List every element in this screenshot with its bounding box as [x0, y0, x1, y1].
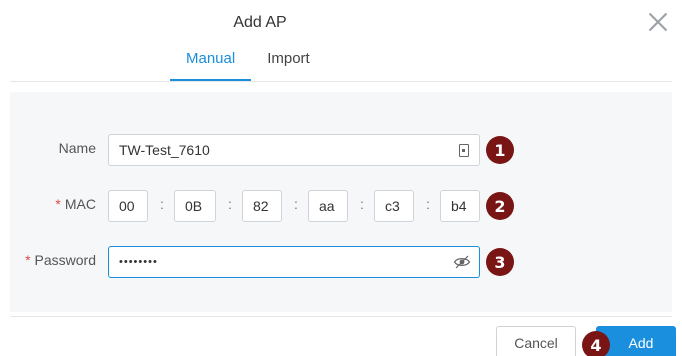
mac-octet-5-value: c3 [385, 198, 400, 214]
tab-import[interactable]: Import [251, 50, 326, 81]
name-value: TW-Test_7610 [119, 142, 210, 158]
password-value: •••••••• [119, 256, 158, 268]
cancel-button[interactable]: Cancel [496, 326, 576, 356]
password-input[interactable]: •••••••• [108, 246, 480, 278]
tab-manual[interactable]: Manual [170, 50, 252, 81]
password-label-text: Password [34, 252, 96, 268]
annotation-badge-1: 1 [486, 136, 514, 164]
mac-octet-4-value: aa [319, 198, 335, 214]
mac-label-text: MAC [64, 196, 96, 212]
mac-octet-2[interactable]: 0B [174, 190, 216, 222]
mac-octet-3[interactable]: 82 [242, 190, 282, 222]
mac-separator: : [160, 196, 164, 212]
mac-octet-4[interactable]: aa [308, 190, 348, 222]
mac-separator: : [360, 196, 364, 212]
mac-octet-6[interactable]: b4 [440, 190, 480, 222]
password-label: * Password [10, 252, 96, 268]
tab-bar: Manual Import [170, 50, 326, 81]
mac-fields: 00 : 0B : 82 : aa : c3 : b4 [108, 190, 488, 222]
header-divider [10, 81, 672, 82]
name-label-text: Name [58, 140, 96, 156]
mac-octet-5[interactable]: c3 [374, 190, 414, 222]
eye-icon[interactable] [453, 253, 471, 271]
mac-separator: : [228, 196, 232, 212]
footer-divider [10, 316, 672, 317]
contact-card-icon [459, 144, 469, 157]
mac-separator: : [294, 196, 298, 212]
close-icon[interactable] [646, 10, 670, 34]
annotation-badge-4: 4 [582, 331, 610, 356]
mac-octet-6-value: b4 [451, 198, 467, 214]
annotation-badge-2: 2 [486, 192, 514, 220]
mac-octet-3-value: 82 [253, 198, 269, 214]
annotation-badge-3: 3 [486, 248, 514, 276]
dialog-title: Add AP [233, 14, 287, 31]
mac-label: * MAC [10, 196, 96, 212]
mac-octet-2-value: 0B [185, 198, 203, 214]
name-input[interactable]: TW-Test_7610 [108, 134, 480, 166]
mac-octet-1[interactable]: 00 [108, 190, 148, 222]
name-label: Name [10, 140, 96, 156]
password-required-mark: * [25, 252, 31, 268]
mac-required-mark: * [55, 196, 61, 212]
form-area: Name TW-Test_7610 1 * MAC 00 : 0B : 82 : … [10, 92, 672, 312]
mac-octet-1-value: 00 [119, 198, 135, 214]
add-button-label: Add [628, 335, 654, 351]
mac-separator: : [426, 196, 430, 212]
